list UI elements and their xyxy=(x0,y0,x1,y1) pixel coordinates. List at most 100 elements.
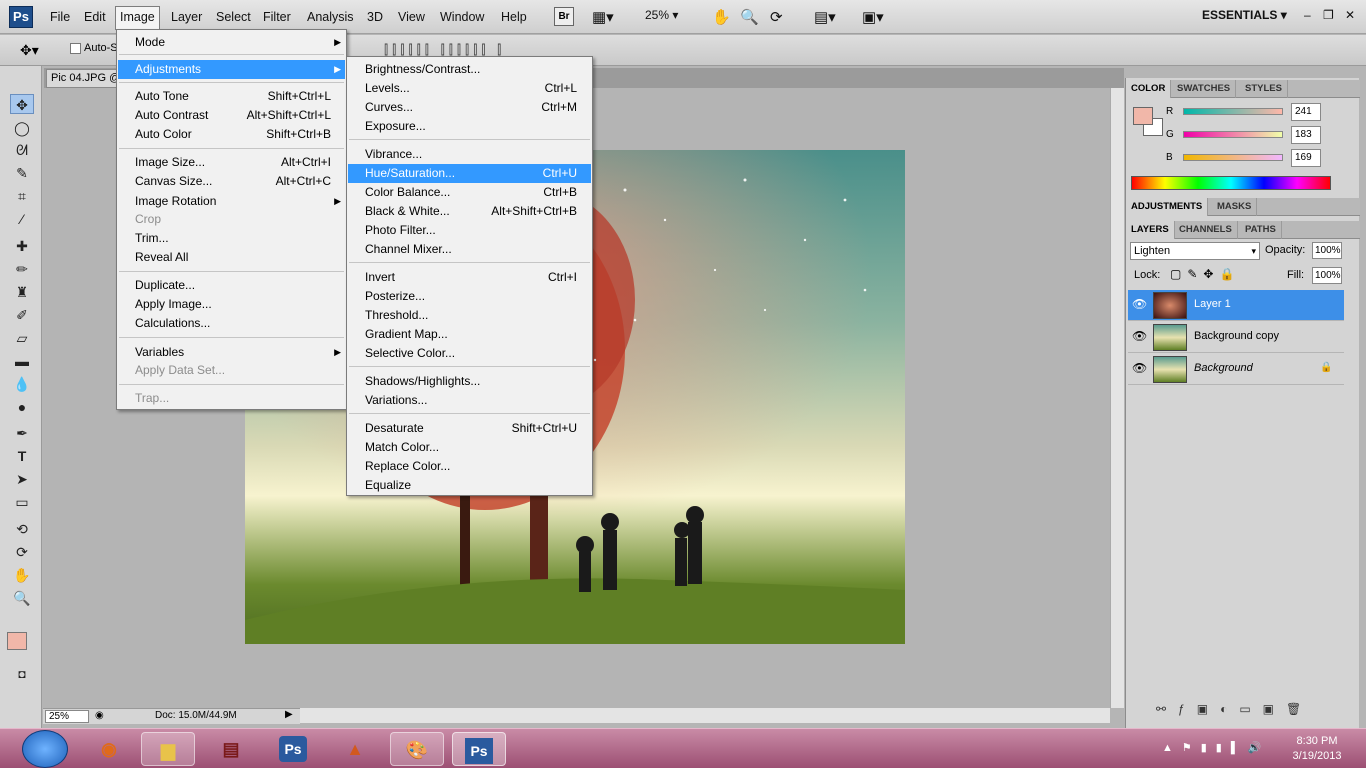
rotate-view-icon[interactable]: ⟳ xyxy=(770,8,783,26)
menu-item-invert[interactable]: Invert Ctrl+I xyxy=(348,268,591,287)
quick-selection-tool-icon[interactable]: ✎ xyxy=(10,163,34,183)
bridge-button[interactable]: Br xyxy=(554,7,574,26)
menu-item-trap[interactable]: Trap... xyxy=(118,389,345,408)
type-tool-icon[interactable]: T xyxy=(10,446,34,466)
menu-item-adjustments[interactable]: Adjustments ▶ xyxy=(118,60,345,79)
menu-item-apply-data-set[interactable]: Apply Data Set... xyxy=(118,361,345,380)
layer-row[interactable]: 👁 Background copy xyxy=(1128,322,1344,353)
menu-item-image-size[interactable]: Image Size... Alt+Ctrl+I xyxy=(118,153,345,172)
minimize-icon[interactable]: – xyxy=(1304,8,1311,22)
marquee-tool-icon[interactable]: ◯ xyxy=(10,118,34,138)
matlab-icon[interactable]: ▲ xyxy=(328,732,382,766)
view-extras-icon[interactable]: ▦▾ xyxy=(592,8,614,26)
foreground-color-swatch[interactable] xyxy=(7,632,27,650)
zoom-tool-icon[interactable]: 🔍 xyxy=(740,8,759,26)
horizontal-scrollbar[interactable] xyxy=(300,708,1110,723)
menu-item-levels[interactable]: Levels... Ctrl+L xyxy=(348,79,591,98)
hand-tool-icon[interactable]: ✋ xyxy=(712,8,731,26)
restore-icon[interactable]: ❐ xyxy=(1323,8,1334,22)
menu-file[interactable]: File xyxy=(46,8,74,28)
menu-item-shadows-highlights[interactable]: Shadows/Highlights... xyxy=(348,372,591,391)
menu-item-desaturate[interactable]: Desaturate Shift+Ctrl+U xyxy=(348,419,591,438)
blue-value[interactable]: 169 xyxy=(1291,149,1321,167)
layer-row[interactable]: 👁 Layer 1 xyxy=(1128,290,1344,321)
menu-item-curves[interactable]: Curves... Ctrl+M xyxy=(348,98,591,117)
menu-item-apply-image[interactable]: Apply Image... xyxy=(118,295,345,314)
vertical-scrollbar[interactable] xyxy=(1110,88,1124,708)
menu-item-posterize[interactable]: Posterize... xyxy=(348,287,591,306)
brush-tool-icon[interactable]: ✏ xyxy=(10,259,34,279)
menu-item-duplicate[interactable]: Duplicate... xyxy=(118,276,345,295)
menu-edit[interactable]: Edit xyxy=(80,8,110,28)
menu-item-threshold[interactable]: Threshold... xyxy=(348,306,591,325)
menu-item-auto-color[interactable]: Auto Color Shift+Ctrl+B xyxy=(118,125,345,144)
paint-icon[interactable]: 🎨 xyxy=(390,732,444,766)
tab-layers[interactable]: LAYERS xyxy=(1126,221,1175,239)
red-slider[interactable] xyxy=(1183,108,1283,115)
menu-layer[interactable]: Layer xyxy=(167,8,206,28)
photoshop-active-task[interactable]: Ps xyxy=(452,732,506,766)
tab-color[interactable]: COLOR xyxy=(1126,80,1172,98)
menu-item-brightness-contrast[interactable]: Brightness/Contrast... xyxy=(348,60,591,79)
menu-item-black-white[interactable]: Black & White... Alt+Shift+Ctrl+B xyxy=(348,202,591,221)
menu-select[interactable]: Select xyxy=(212,8,255,28)
tray-icons[interactable]: ▲⚑▮▮▌🔊 xyxy=(1162,741,1270,754)
workspace-switcher[interactable]: ESSENTIALS ▾ xyxy=(1202,8,1287,22)
menu-item-photo-filter[interactable]: Photo Filter... xyxy=(348,221,591,240)
menu-view[interactable]: View xyxy=(394,8,429,28)
blur-tool-icon[interactable]: 💧 xyxy=(10,374,34,394)
auto-select-checkbox[interactable] xyxy=(70,43,81,54)
green-slider[interactable] xyxy=(1183,131,1283,138)
quick-mask-icon[interactable]: ◘ xyxy=(10,664,34,684)
menu-analysis[interactable]: Analysis xyxy=(303,8,358,28)
blue-slider[interactable] xyxy=(1183,154,1283,161)
menu-item-color-balance[interactable]: Color Balance... Ctrl+B xyxy=(348,183,591,202)
firefox-icon[interactable]: ◉ xyxy=(82,732,136,766)
lasso-tool-icon[interactable]: ᘛ xyxy=(10,140,34,160)
document-tab[interactable]: Pic 04.JPG @ xyxy=(46,69,118,88)
gradient-tool-icon[interactable]: ▬ xyxy=(10,351,34,371)
blend-mode-select[interactable]: Lighten ▾ xyxy=(1130,242,1260,260)
menu-item-calculations[interactable]: Calculations... xyxy=(118,314,345,333)
tab-adjustments[interactable]: ADJUSTMENTS xyxy=(1126,198,1209,216)
menu-item-mode[interactable]: Mode ▶ xyxy=(118,33,345,52)
healing-brush-tool-icon[interactable]: ✚ xyxy=(10,236,34,256)
eyedropper-tool-icon[interactable]: ⁄ xyxy=(10,209,34,229)
menu-item-match-color[interactable]: Match Color... xyxy=(348,438,591,457)
status-info-icon[interactable]: ◉ xyxy=(95,710,104,721)
menu-item-variables[interactable]: Variables ▶ xyxy=(118,343,345,362)
menu-item-exposure[interactable]: Exposure... xyxy=(348,117,591,136)
zoom-tool-icon[interactable]: 🔍 xyxy=(10,588,34,608)
menu-window[interactable]: Window xyxy=(436,8,488,28)
tab-masks[interactable]: MASKS xyxy=(1212,198,1258,216)
menu-item-trim[interactable]: Trim... xyxy=(118,229,345,248)
arrange-documents-icon[interactable]: ▤▾ xyxy=(814,8,836,26)
3d-orbit-tool-icon[interactable]: ⟳ xyxy=(10,542,34,562)
winrar-icon[interactable]: ▤ xyxy=(204,732,258,766)
tab-channels[interactable]: CHANNELS xyxy=(1174,221,1238,239)
photoshop-taskbar-icon[interactable]: Ps xyxy=(279,736,307,762)
explorer-icon[interactable]: ▆ xyxy=(141,732,195,766)
start-button[interactable] xyxy=(22,730,68,768)
layer-row[interactable]: 👁 Background 🔒 xyxy=(1128,354,1344,385)
menu-item-canvas-size[interactable]: Canvas Size... Alt+Ctrl+C xyxy=(118,172,345,191)
history-brush-tool-icon[interactable]: ✐ xyxy=(10,305,34,325)
screen-mode-icon[interactable]: ▣▾ xyxy=(862,8,884,26)
move-tool-icon[interactable]: ✥ xyxy=(10,94,34,114)
layers-footer-icons[interactable]: ⚯ƒ▣◐▭▣🗑 xyxy=(1156,702,1313,716)
eye-icon[interactable]: 👁 xyxy=(1132,361,1147,375)
menu-item-hue-saturation[interactable]: Hue/Saturation... Ctrl+U xyxy=(348,164,591,183)
menu-item-reveal-all[interactable]: Reveal All xyxy=(118,248,345,267)
crop-tool-icon[interactable]: ⌗ xyxy=(10,186,34,206)
menu-item-selective-color[interactable]: Selective Color... xyxy=(348,344,591,363)
opacity-field[interactable]: 100% xyxy=(1312,242,1342,259)
color-panel-foreground-swatch[interactable] xyxy=(1133,107,1153,125)
red-value[interactable]: 241 xyxy=(1291,103,1321,121)
hand-tool-icon[interactable]: ✋ xyxy=(10,565,34,585)
eye-icon[interactable]: 👁 xyxy=(1132,297,1147,311)
status-zoom-field[interactable]: 25% xyxy=(45,710,89,723)
menu-item-vibrance[interactable]: Vibrance... xyxy=(348,145,591,164)
menu-item-channel-mixer[interactable]: Channel Mixer... xyxy=(348,240,591,259)
3d-rotate-tool-icon[interactable]: ⟲ xyxy=(10,519,34,539)
pen-tool-icon[interactable]: ✒ xyxy=(10,423,34,443)
